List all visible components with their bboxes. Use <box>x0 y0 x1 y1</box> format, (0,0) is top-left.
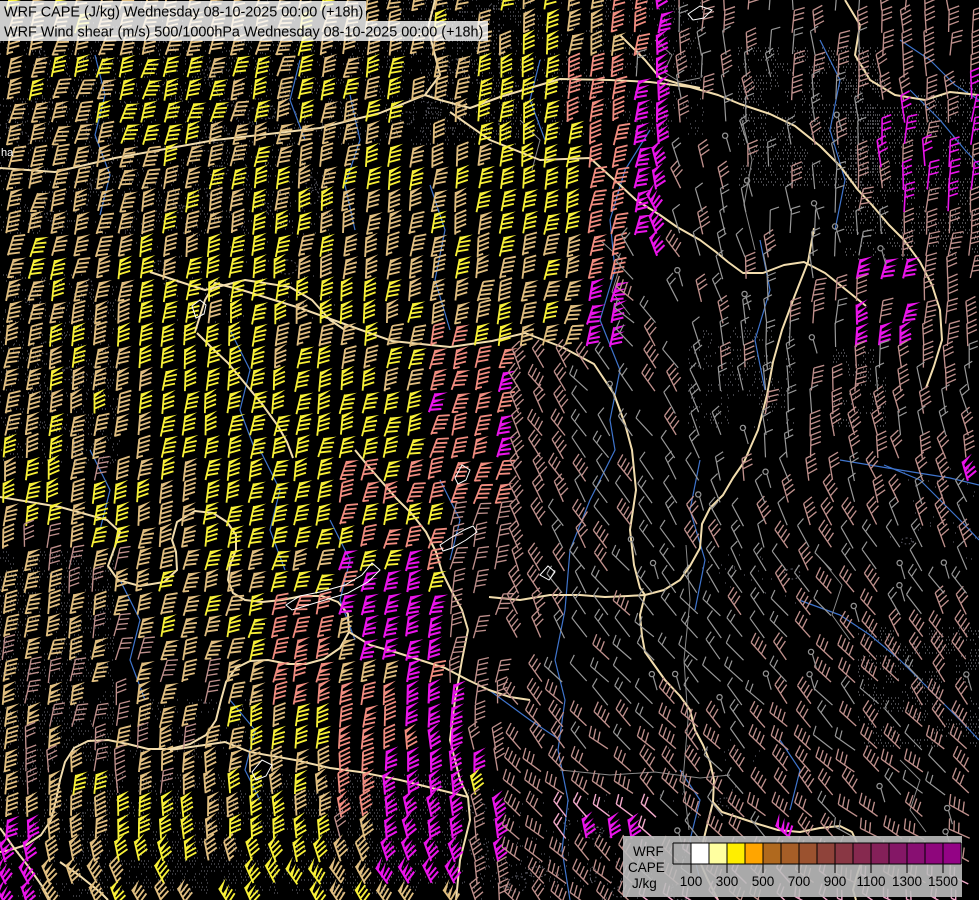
svg-text:CAPE: CAPE <box>628 860 665 875</box>
svg-text:WRF CAPE (J/kg) Wednesday 08-1: WRF CAPE (J/kg) Wednesday 08-10-2025 00:… <box>4 5 363 21</box>
svg-text:100: 100 <box>680 874 703 889</box>
svg-text:WRF Wind shear (m/s) 500/1000h: WRF Wind shear (m/s) 500/1000hPa Wednesd… <box>4 25 483 41</box>
svg-text:1300: 1300 <box>892 874 922 889</box>
svg-text:WRF: WRF <box>633 844 664 859</box>
svg-text:900: 900 <box>824 874 847 889</box>
svg-text:J/kg: J/kg <box>632 876 657 891</box>
svg-text:500: 500 <box>752 874 775 889</box>
svg-text:1100: 1100 <box>856 874 885 889</box>
svg-text:ha: ha <box>1 147 14 159</box>
svg-text:700: 700 <box>788 874 811 889</box>
svg-text:1500: 1500 <box>928 874 958 889</box>
svg-text:300: 300 <box>716 874 739 889</box>
